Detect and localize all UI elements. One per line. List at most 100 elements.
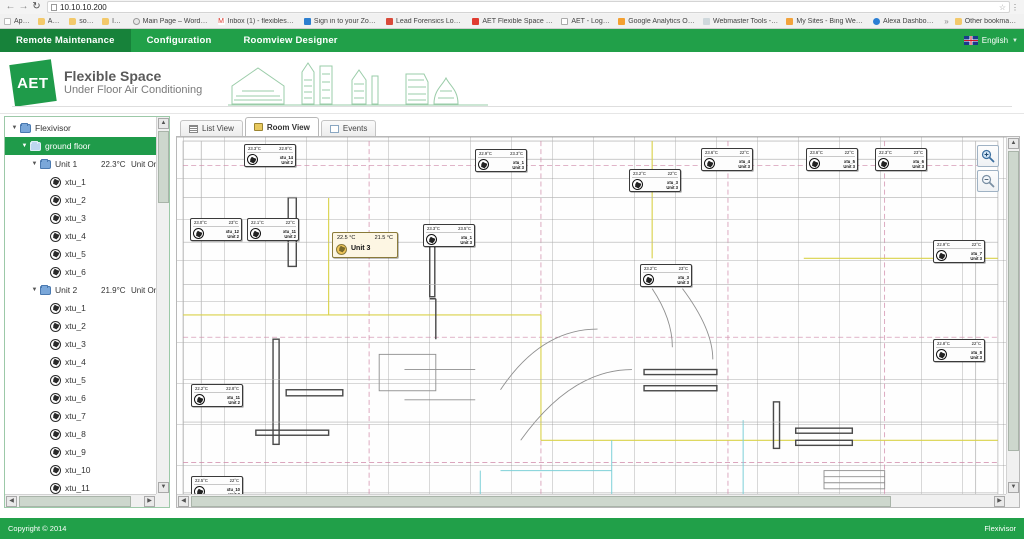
brand-header: AET Flexible Space Under Floor Air Condi… [0,52,1024,114]
reload-icon[interactable]: ↻ [30,1,43,14]
device-tag[interactable]: 23.2°C 22°C xtu_3 Unit 3 [629,169,681,193]
zoom-controls [977,145,999,192]
fan-icon [50,176,61,188]
scroll-up-icon[interactable]: ▲ [1008,138,1019,149]
forward-arrow-icon[interactable]: → [17,1,30,14]
scroll-left-icon[interactable]: ◀ [6,496,17,507]
nav-item-configuration[interactable]: Configuration [131,29,228,52]
fan-icon [50,266,61,278]
tree-node-xtu-8[interactable]: xtu_8 [5,425,156,443]
plan-horizontal-scrollbar[interactable]: ◀ ▶ [177,494,1006,507]
device-tag[interactable]: 22.3°C 23°C xtu_6 Unit 3 [875,148,927,172]
browser-menu-icon[interactable]: ⋮ [1010,3,1020,12]
tree-node-status: Unit On [131,159,156,169]
device-tag[interactable]: 23.6°C 22°C xtu_4 Unit 3 [701,148,753,172]
bookmark-item[interactable]: Lead Forensics Logi... [386,17,464,25]
tree-node-xtu-1[interactable]: xtu_1 [5,173,156,191]
device-tag[interactable]: 23.2°C 23°C xtu_3 Unit 3 [640,264,692,288]
tab-events[interactable]: Events [320,120,377,136]
bookmark-item[interactable]: Main Page – WordP... [132,17,210,25]
tree-node-xtu-10[interactable]: xtu_10 [5,461,156,479]
address-bar[interactable]: 10.10.10.200 ☆ [47,1,1010,13]
device-tag[interactable]: 22.2°C 22.8°C xtu_11 Unit 2 [191,384,243,408]
bookmark-item[interactable]: AET - Log In [561,17,610,25]
star-icon[interactable]: ☆ [999,3,1006,12]
tree-node-flexivisor[interactable]: ▼ Flexivisor [5,119,156,137]
bookmark-item[interactable]: Sign in to your Zoh... [303,17,379,25]
page-icon [561,17,569,25]
tree-node-xtu-6[interactable]: xtu_6 [5,263,156,281]
tree-node-xtu-2[interactable]: xtu_2 [5,191,156,209]
tree-node-ground-floor[interactable]: ▼ ground floor [5,137,156,155]
device-tag[interactable]: 23.3°C 22.9°C xtu_14 Unit 2 [244,144,296,168]
tree-node-xtu-4[interactable]: xtu_4 [5,353,156,371]
tree-node-xtu-3[interactable]: xtu_3 [5,335,156,353]
scroll-right-icon[interactable]: ▶ [144,496,155,507]
bookmark-item[interactable]: My Sites - Bing Web... [786,17,865,25]
device-tag[interactable]: 22.9°C 23.3°C xtu_1 Unit 3 [475,149,527,173]
tag-temp-primary: 22.9°C [479,151,492,156]
bookmark-label: Inbox (1) - flexiblesp... [227,17,296,25]
device-tag[interactable]: 22.5°C22°Cxtu_10Unit 2 [191,476,243,494]
bookmark-item[interactable]: lucy [102,17,125,25]
nav-item-roomview-designer[interactable]: Roomview Designer [228,29,354,52]
back-arrow-icon[interactable]: ← [4,1,17,14]
device-tag[interactable]: 23.0°C 23°C xtu_12 Unit 2 [190,218,242,242]
bookmark-item[interactable]: Alexa Dashboard [872,17,936,25]
tree-node-unit-1[interactable]: ▼ Unit 1 22.3°C Unit On [5,155,156,173]
bookmarks-overflow-icon[interactable]: » [944,17,948,26]
nav-item-remote-maintenance[interactable]: Remote Maintenance [0,29,131,52]
device-tag[interactable]: 23.6°C 22°C xtu_5 Unit 3 [806,148,858,172]
tab-list-view[interactable]: List View [180,120,243,136]
bookmark-item[interactable]: Webmaster Tools - ... [703,17,778,25]
other-bookmarks-folder[interactable]: Other bookmarks [954,17,1018,25]
scroll-thumb[interactable] [191,496,891,507]
tree-node-xtu-1[interactable]: xtu_1 [5,299,156,317]
device-tag[interactable]: 22.1°C 22°C xtu_11 Unit 2 [247,218,299,242]
tree-expander-icon[interactable]: ▼ [29,161,40,167]
tree-node-xtu-2[interactable]: xtu_2 [5,317,156,335]
language-selector[interactable]: English ▼ [963,29,1018,52]
tree-node-xtu-11[interactable]: xtu_11 [5,479,156,494]
tree-node-xtu-5[interactable]: xtu_5 [5,371,156,389]
tree-node-unit-2[interactable]: ▼ Unit 2 21.9°C Unit On [5,281,156,299]
tree-node-xtu-9[interactable]: xtu_9 [5,443,156,461]
device-tag[interactable]: 23.3°C 23.5°C xtu_1 Unit 3 [423,224,475,248]
tag-temp-primary: 22.9°C [937,242,950,247]
fan-icon [50,338,61,350]
tree-expander-icon[interactable]: ▼ [9,125,20,131]
tree-node-xtu-7[interactable]: xtu_7 [5,407,156,425]
tab-room-view[interactable]: Room View [244,117,319,136]
floor-plan-canvas[interactable]: 23.3°C 22.9°C xtu_14 Unit 2 22.9°C 23.3°C xtu_… [177,137,1006,494]
tree-expander-icon[interactable]: ▼ [29,287,40,293]
fan-icon [478,159,489,171]
tree-node-xtu-3[interactable]: xtu_3 [5,209,156,227]
scroll-left-icon[interactable]: ◀ [178,496,189,507]
scroll-down-icon[interactable]: ▼ [1008,482,1019,493]
tree-horizontal-scrollbar[interactable]: ◀ ▶ [5,494,156,507]
device-tag[interactable]: 22.9°C 22°C xtu_7 Unit 3 [933,240,985,264]
zoom-in-icon[interactable] [977,145,999,167]
bookmark-item[interactable]: solar [69,17,94,25]
bookmark-label: Sign in to your Zoh... [313,17,379,25]
bookmark-item[interactable]: AET Flexible Space -... [472,17,553,25]
tree-node-xtu-6[interactable]: xtu_6 [5,389,156,407]
bookmark-item[interactable]: M Inbox (1) - flexiblesp... [217,17,296,25]
zoom-out-icon[interactable] [977,170,999,192]
scroll-thumb[interactable] [158,131,169,203]
scroll-up-icon[interactable]: ▲ [158,118,169,129]
scroll-thumb[interactable] [19,496,131,507]
tree-node-xtu-4[interactable]: xtu_4 [5,227,156,245]
scroll-right-icon[interactable]: ▶ [994,496,1005,507]
bookmark-item[interactable]: AET [37,17,61,25]
plan-vertical-scrollbar[interactable]: ▲ ▼ [1006,137,1019,494]
bookmark-item[interactable]: Apps [4,17,30,25]
tree-node-xtu-5[interactable]: xtu_5 [5,245,156,263]
bookmark-item[interactable]: Google Analytics Of... [618,17,695,25]
device-tag[interactable]: 22.8°C 22°C xtu_8 Unit 3 [933,339,985,363]
tree-vertical-scrollbar[interactable]: ▲ ▼ [156,117,169,494]
scroll-thumb[interactable] [1008,151,1019,451]
scroll-down-icon[interactable]: ▼ [158,482,169,493]
selected-device-tag[interactable]: 22.5 °C 21.5 °C Unit 3 [332,232,398,258]
tree-expander-icon[interactable]: ▼ [19,143,30,149]
